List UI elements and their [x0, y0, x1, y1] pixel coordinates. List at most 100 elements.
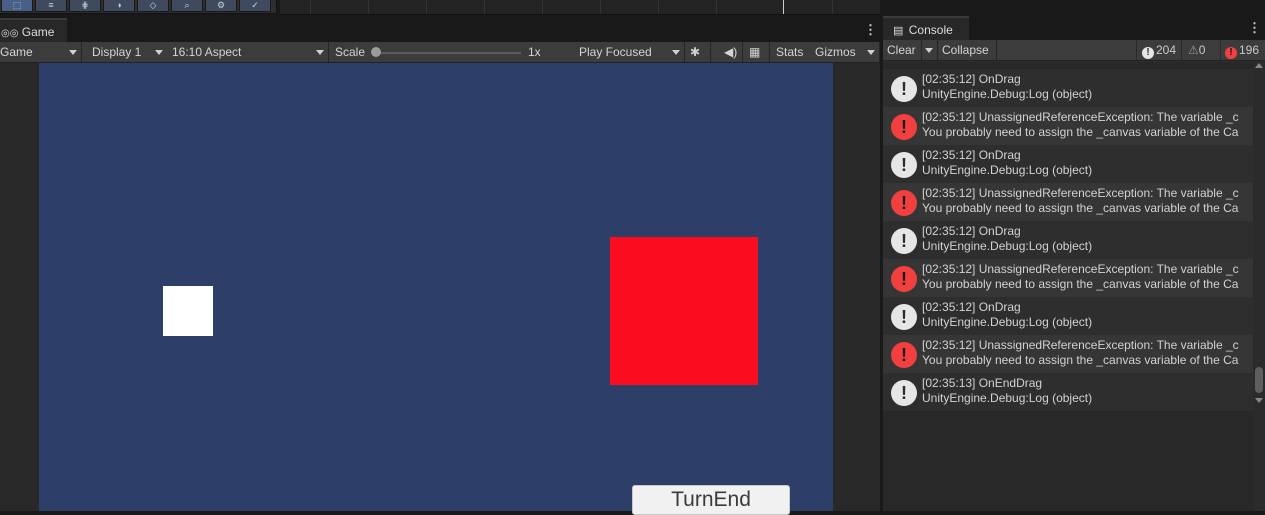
rotate-tool-icon[interactable]: ◑ — [103, 0, 135, 12]
entry-message: [02:35:12] OnDrag — [922, 224, 1021, 238]
chevron-down-icon — [316, 50, 324, 55]
error-count: 196 — [1239, 43, 1260, 57]
clear-options-dropdown[interactable] — [922, 40, 938, 60]
list-item[interactable]: ! [02:35:12] OnDrag UnityEngine.Debug:Lo… — [883, 221, 1253, 259]
console-log-list[interactable]: ! [02:35:12] OnDrag UnityEngine.Debug:Lo… — [883, 61, 1253, 511]
clear-button[interactable]: Clear — [883, 40, 922, 60]
timeline-tick — [658, 0, 659, 14]
scale-value: 1x — [522, 42, 574, 62]
gizmos-dropdown[interactable]: Gizmos — [809, 42, 880, 62]
tab-game[interactable]: ◎◎ Game — [0, 18, 67, 42]
warning-count: 0 — [1198, 43, 1206, 57]
list-item[interactable]: ! [02:35:12] OnDrag UnityEngine.Debug:Lo… — [883, 145, 1253, 183]
keyboard-icon[interactable]: ▦ — [743, 42, 770, 62]
scale-slider-knob[interactable] — [371, 47, 381, 57]
entry-message: [02:35:12] UnassignedReferenceException:… — [922, 262, 1239, 276]
scale-tool-icon[interactable]: ⋕ — [69, 0, 101, 12]
scale-label: Scale — [335, 45, 366, 59]
game-menu-icon[interactable]: ⋮ — [864, 23, 877, 36]
clear-label: Clear — [887, 43, 916, 57]
stats-button[interactable]: Stats — [770, 42, 810, 62]
entry-detail: You probably need to assign the _canvas … — [922, 201, 1239, 215]
search-icon[interactable]: ⌕ — [171, 0, 203, 12]
settings-tool-icon[interactable]: ⚙ — [205, 0, 237, 12]
list-item[interactable]: ! [02:35:12] UnassignedReferenceExceptio… — [883, 259, 1253, 297]
info-icon: ! — [891, 228, 917, 254]
error-icon: ! — [891, 342, 917, 368]
chevron-down-icon — [155, 50, 163, 55]
chevron-down-icon — [672, 50, 680, 55]
list-item[interactable]: ! [02:35:12] UnassignedReferenceExceptio… — [883, 107, 1253, 145]
entry-message: [02:35:12] UnassignedReferenceException:… — [922, 110, 1239, 124]
error-icon: ! — [891, 114, 917, 140]
info-icon: ! — [891, 304, 917, 330]
list-item[interactable]: ! [02:35:12] UnassignedReferenceExceptio… — [883, 183, 1253, 221]
console-scrollbar[interactable] — [1253, 61, 1265, 511]
entry-detail: UnityEngine.Debug:Log (object) — [922, 163, 1093, 177]
chevron-down-icon — [867, 50, 875, 55]
entry-detail: You probably need to assign the _canvas … — [922, 353, 1239, 367]
entry-detail: UnityEngine.Debug:Log (object) — [922, 315, 1093, 329]
scale-slider-track[interactable] — [373, 52, 521, 54]
timeline-tick — [484, 0, 485, 14]
entry-message: [02:35:12] UnassignedReferenceException:… — [922, 186, 1239, 200]
info-icon: ! — [891, 152, 917, 178]
error-count-toggle[interactable]: ! 196 — [1220, 40, 1265, 60]
custom-tool-icon[interactable]: ✓ — [239, 0, 271, 12]
game-mode-dropdown[interactable]: Game — [0, 42, 82, 62]
console-tabbar — [969, 16, 1265, 40]
entry-message: [02:35:12] OnDrag — [922, 300, 1021, 314]
entry-detail: UnityEngine.Debug:Log (object) — [922, 239, 1093, 253]
entry-message: [02:35:12] OnDrag — [922, 72, 1021, 86]
timeline-ruler[interactable] — [280, 0, 880, 15]
scroll-up-icon[interactable] — [1255, 63, 1263, 68]
play-mode-dropdown[interactable]: Play Focused — [573, 42, 685, 62]
list-item-partial[interactable] — [883, 61, 1253, 62]
error-icon: ! — [1225, 47, 1237, 59]
audio-mute-icon[interactable]: ◀) — [717, 42, 743, 62]
scroll-down-icon[interactable] — [1255, 398, 1263, 403]
timeline-tick — [310, 0, 311, 14]
display-label: Display 1 — [92, 45, 142, 59]
rect-tool-icon[interactable]: ⬚ — [1, 0, 33, 12]
layers-tool-icon[interactable]: ◇ — [137, 0, 169, 12]
list-item[interactable]: ! [02:35:12] UnassignedReferenceExceptio… — [883, 335, 1253, 373]
timeline-tick — [600, 0, 601, 14]
tab-console[interactable]: ▤ Console — [883, 16, 969, 40]
info-icon: ! — [1142, 47, 1154, 59]
info-icon: ! — [891, 380, 917, 406]
tab-console-label: Console — [908, 23, 953, 37]
error-icon: ! — [891, 190, 917, 216]
entry-message: [02:35:12] UnassignedReferenceException:… — [922, 338, 1239, 352]
console-icon: ▤ — [893, 25, 904, 37]
entry-message: [02:35:12] OnDrag — [922, 148, 1021, 162]
adjust-tool-icon[interactable]: ≡ — [35, 0, 67, 12]
console-menu-icon[interactable]: ⋮ — [1248, 21, 1261, 34]
list-item[interactable]: ! [02:35:13] OnEndDrag UnityEngine.Debug… — [883, 373, 1253, 411]
warning-icon: ⚠ — [1188, 43, 1199, 57]
log-count-toggle[interactable]: ! 204 — [1136, 40, 1181, 60]
collapse-button[interactable]: Collapse — [938, 40, 997, 60]
white-square[interactable] — [163, 286, 213, 336]
game-mode-label: Game — [0, 45, 33, 59]
game-tabbar — [67, 18, 880, 42]
scale-value-text: 1x — [528, 45, 541, 59]
list-item[interactable]: ! [02:35:12] OnDrag UnityEngine.Debug:Lo… — [883, 297, 1253, 335]
info-icon: ! — [891, 76, 917, 102]
red-square[interactable] — [610, 237, 758, 385]
timeline-tick — [426, 0, 427, 14]
chevron-down-icon — [925, 48, 933, 53]
list-item[interactable]: ! [02:35:12] OnDrag UnityEngine.Debug:Lo… — [883, 69, 1253, 107]
timeline-tick — [542, 0, 543, 14]
error-icon: ! — [891, 266, 917, 292]
aspect-dropdown[interactable]: 16:10 Aspect — [166, 42, 329, 62]
aspect-label: 16:10 Aspect — [172, 45, 242, 59]
display-dropdown[interactable]: Display 1 — [86, 42, 168, 62]
bug-icon[interactable]: ✱ — [685, 42, 711, 62]
timeline-tick — [368, 0, 369, 14]
tab-game-label: Game — [21, 25, 55, 39]
warning-count-toggle[interactable]: ⚠0 — [1181, 40, 1221, 60]
scrollbar-thumb[interactable] — [1255, 367, 1263, 393]
timeline-playhead[interactable] — [783, 0, 784, 14]
gizmos-label: Gizmos — [815, 45, 856, 59]
